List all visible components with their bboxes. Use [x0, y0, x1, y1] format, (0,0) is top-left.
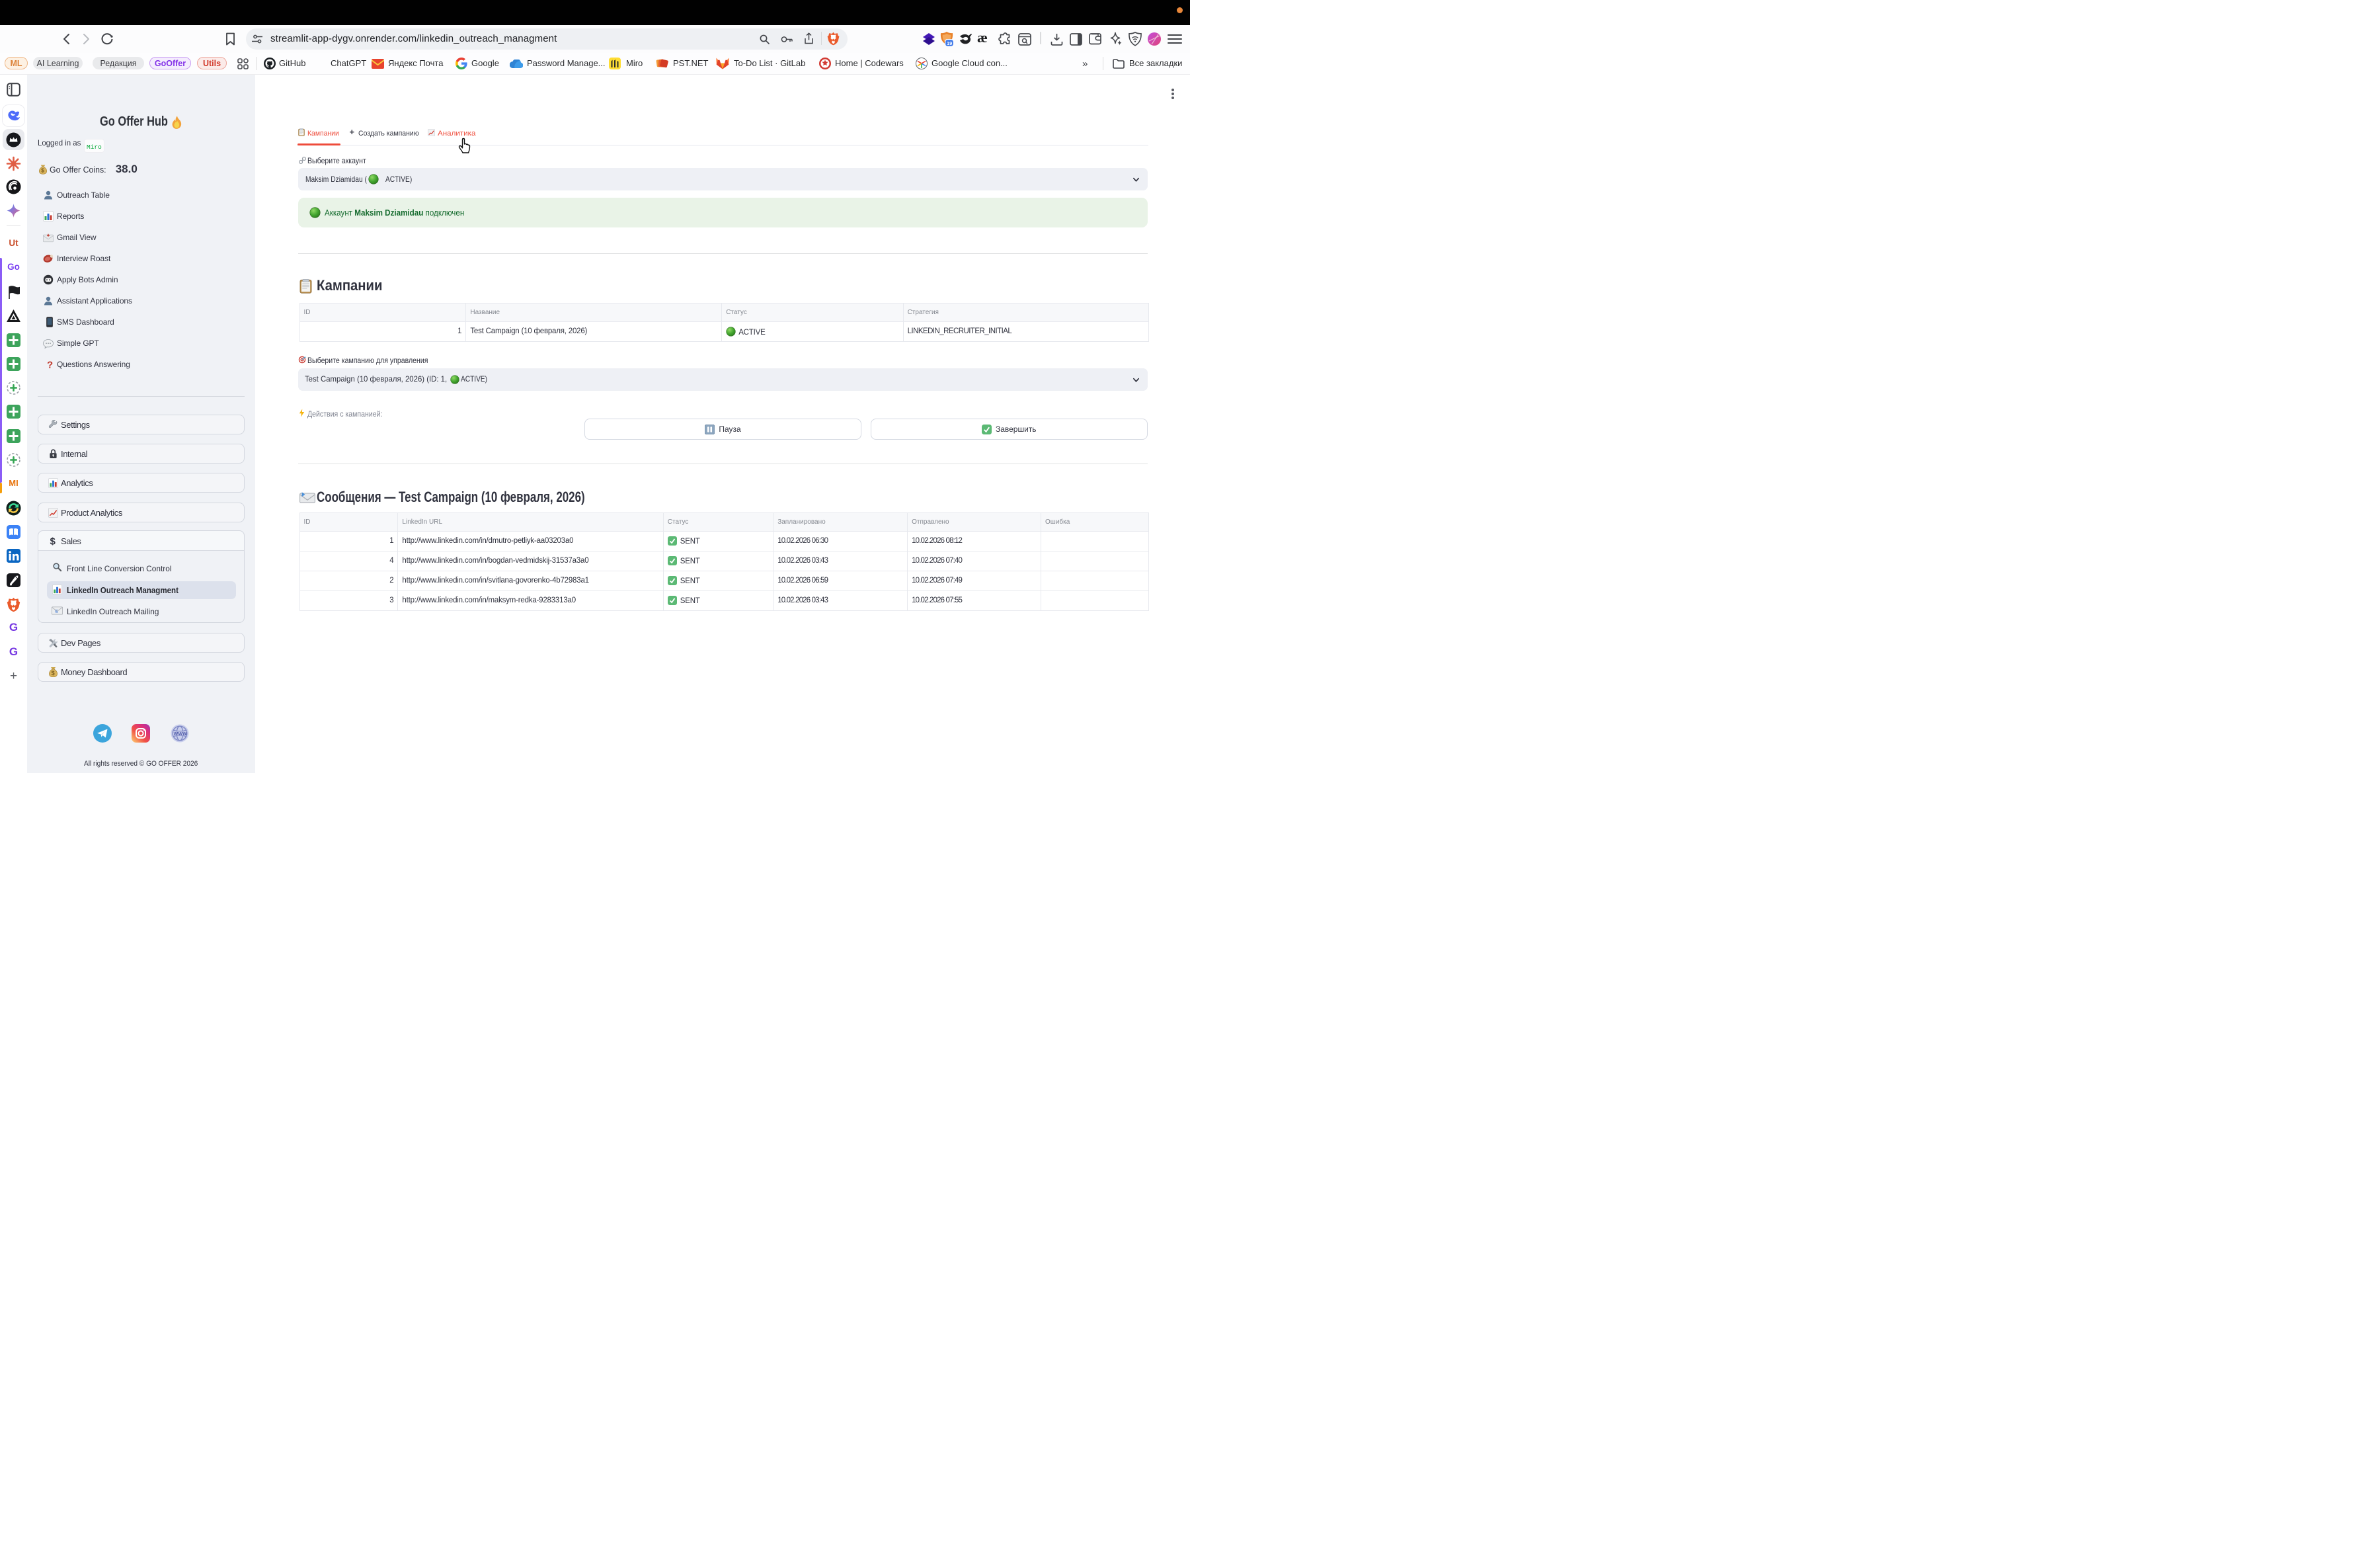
svg-text:19: 19 [947, 40, 952, 46]
